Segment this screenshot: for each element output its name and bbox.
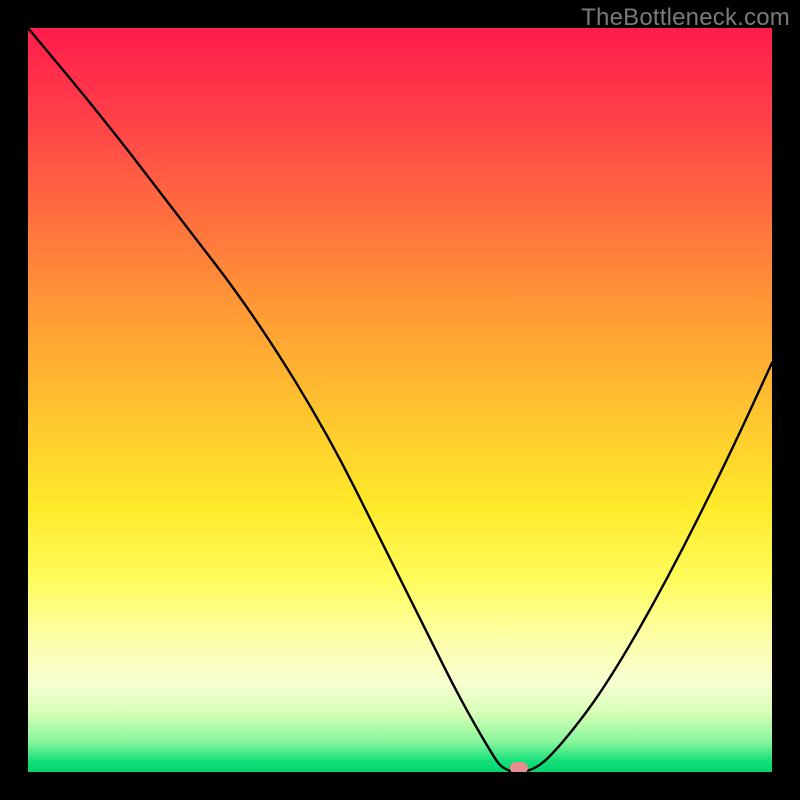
bottleneck-curve bbox=[28, 28, 772, 772]
watermark-text: TheBottleneck.com bbox=[581, 4, 790, 32]
optimal-point-marker bbox=[510, 762, 528, 772]
chart-frame: TheBottleneck.com bbox=[0, 0, 800, 800]
plot-area bbox=[28, 28, 772, 772]
